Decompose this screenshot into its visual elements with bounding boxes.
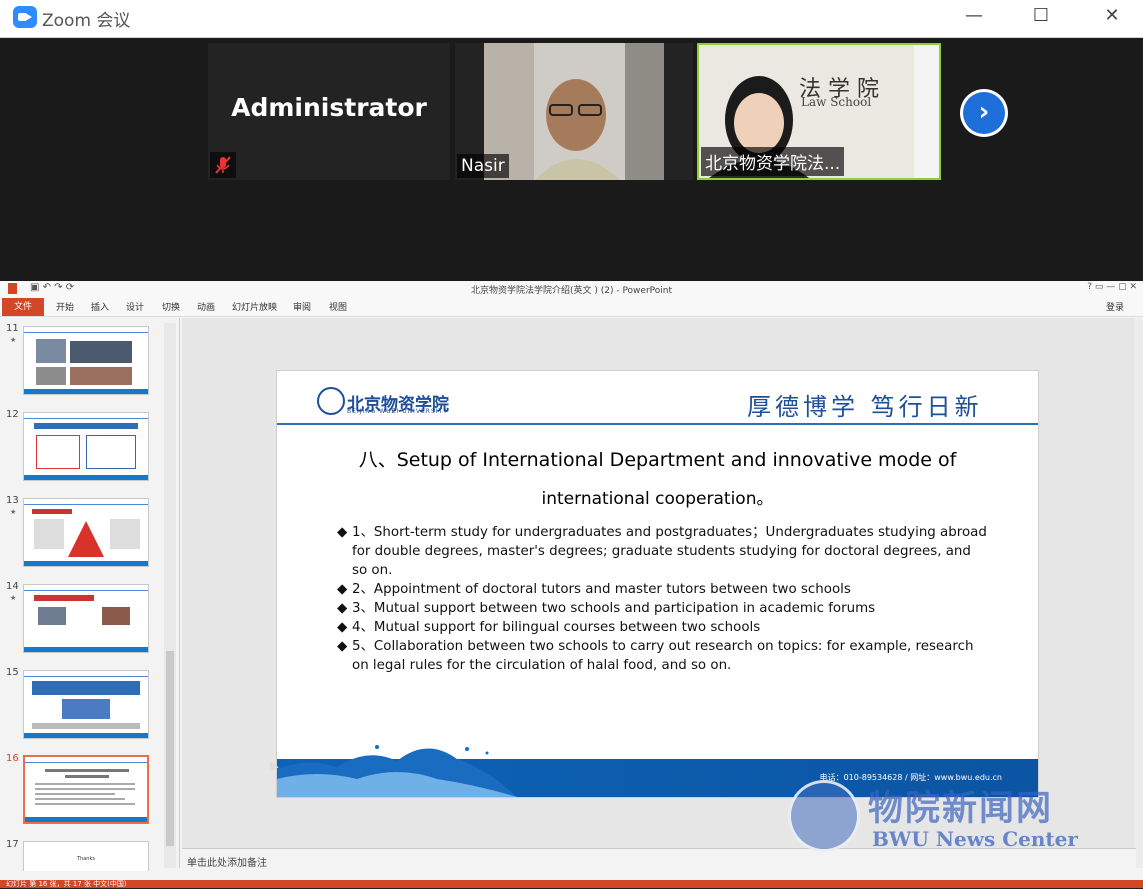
participant-name: 北京物资学院法...	[701, 147, 845, 176]
thumb-number: 12	[6, 409, 19, 420]
slide-thumbnail-selected[interactable]	[23, 755, 149, 824]
watermark-seal-icon	[788, 780, 860, 852]
slide-editor: 北京物资学院 BEIJING WUZI UNIVERSITY 厚德博学 笃行日新…	[182, 318, 1136, 848]
editor-scrollbar[interactable]	[1134, 318, 1143, 868]
thumb-number: 14	[6, 581, 19, 592]
news-center-watermark: 物院新闻网 BWU News Center	[788, 780, 1098, 856]
chevron-right-icon: ›	[978, 97, 990, 127]
thumb-number: 15	[6, 667, 19, 678]
tab-design[interactable]: 设计	[126, 300, 144, 313]
participant-name: Administrator	[231, 93, 427, 122]
bullet-item: ◆ 4、Mutual support for bilingual courses …	[337, 620, 761, 635]
zoom-logo-icon	[13, 6, 37, 28]
slide-thumbnail[interactable]	[23, 326, 149, 395]
watermark-cn: 物院新闻网	[868, 788, 1054, 829]
bullet-item: ◆ 5、Collaboration between two schools to …	[337, 639, 974, 673]
slide-motto: 厚德博学 笃行日新	[747, 393, 983, 421]
ribbon-tabs: 文件 开始 插入 设计 切换 动画 幻灯片放映 审阅 视图 登录	[0, 297, 1143, 317]
ppt-window-title: 北京物资学院法学院介绍(英文 ) (2) - PowerPoint	[470, 286, 673, 296]
background-sign-en: Law School	[801, 95, 872, 109]
next-page-button[interactable]: ›	[960, 89, 1008, 137]
close-button[interactable]: ✕	[1082, 0, 1142, 34]
minimize-button[interactable]: —	[944, 0, 1004, 34]
muted-mic-icon	[210, 152, 236, 178]
slide-thumbnail[interactable]	[23, 670, 149, 739]
thumb-number: 16	[6, 753, 19, 764]
slide-thumbnail[interactable]	[23, 498, 149, 567]
notes-placeholder: 单击此处添加备注	[187, 858, 267, 869]
thumb-animation-star: ★	[10, 594, 17, 602]
slide-title-line2: international cooperation。	[541, 489, 774, 509]
tab-animations[interactable]: 动画	[197, 300, 215, 313]
tab-slideshow[interactable]: 幻灯片放映	[232, 300, 277, 313]
login-link[interactable]: 登录	[1106, 300, 1124, 313]
tab-home[interactable]: 开始	[56, 300, 74, 313]
slide-logo-subtitle: BEIJING WUZI UNIVERSITY	[347, 408, 448, 415]
slide-bullet-list: ◆ 1、Short-term study for undergraduates a…	[337, 523, 987, 675]
tab-view[interactable]: 视图	[329, 300, 347, 313]
slide-thumbnail[interactable]	[23, 412, 149, 481]
slide-title-line1: 八、Setup of International Department and …	[358, 449, 957, 471]
participant-tile-administrator[interactable]: Administrator	[208, 43, 450, 180]
thumb-thanks-text: Thanks	[77, 856, 95, 862]
current-slide[interactable]: 北京物资学院 BEIJING WUZI UNIVERSITY 厚德博学 笃行日新…	[276, 370, 1039, 798]
university-seal-icon	[317, 387, 345, 415]
zoom-titlebar: Zoom 会议 — ☐ ✕	[0, 0, 1143, 38]
thumb-number: 17	[6, 839, 19, 850]
slide-thumbnail[interactable]: Thanks	[23, 841, 149, 871]
slide-thumbnail-pane: 11 ★ 12 13 ★ 14 ★ 15 16 17 Thanks	[0, 318, 180, 871]
slide-header-divider	[277, 423, 1038, 425]
participant-tile-nasir[interactable]: Nasir	[455, 43, 693, 180]
video-gallery: Administrator Nasir 法 学 院 Law School 北京物…	[0, 39, 1143, 281]
maximize-button[interactable]: ☐	[1011, 0, 1071, 34]
ppt-titlebar: ▣ ↶ ↷ ⟳ 北京物资学院法学院介绍(英文 ) (2) - PowerPoin…	[0, 281, 1143, 297]
thumb-number: 13	[6, 495, 19, 506]
participant-name: Nasir	[457, 154, 509, 178]
bullet-item: ◆ 3、Mutual support between two schools an…	[337, 601, 876, 616]
wave-decoration	[277, 745, 517, 797]
participant-tile-bwu[interactable]: 法 学 院 Law School 北京物资学院法...	[697, 43, 941, 180]
watermark-en: BWU News Center	[872, 827, 1078, 851]
tab-file[interactable]: 文件	[2, 298, 44, 316]
bullet-item: ◆ 2、Appointment of doctoral tutors and ma…	[337, 582, 851, 597]
bullet-item: ◆ 1、Short-term study for undergraduates a…	[337, 525, 987, 578]
thumb-animation-star: ★	[10, 336, 17, 344]
tab-review[interactable]: 审阅	[293, 300, 311, 313]
ppt-window-controls[interactable]: ? ▭ — ▢ ✕	[1087, 282, 1137, 292]
status-bar: 幻灯片 第 16 张，共 17 张 中文(中国)	[0, 880, 1143, 888]
slide-thumbnail[interactable]	[23, 584, 149, 653]
thumb-animation-star: ★	[10, 508, 17, 516]
tab-insert[interactable]: 插入	[91, 300, 109, 313]
zoom-window-title: Zoom 会议	[42, 11, 131, 31]
thumbnail-scroll-handle[interactable]	[166, 651, 174, 846]
thumb-number: 11	[6, 323, 19, 334]
tab-transitions[interactable]: 切换	[162, 300, 180, 313]
